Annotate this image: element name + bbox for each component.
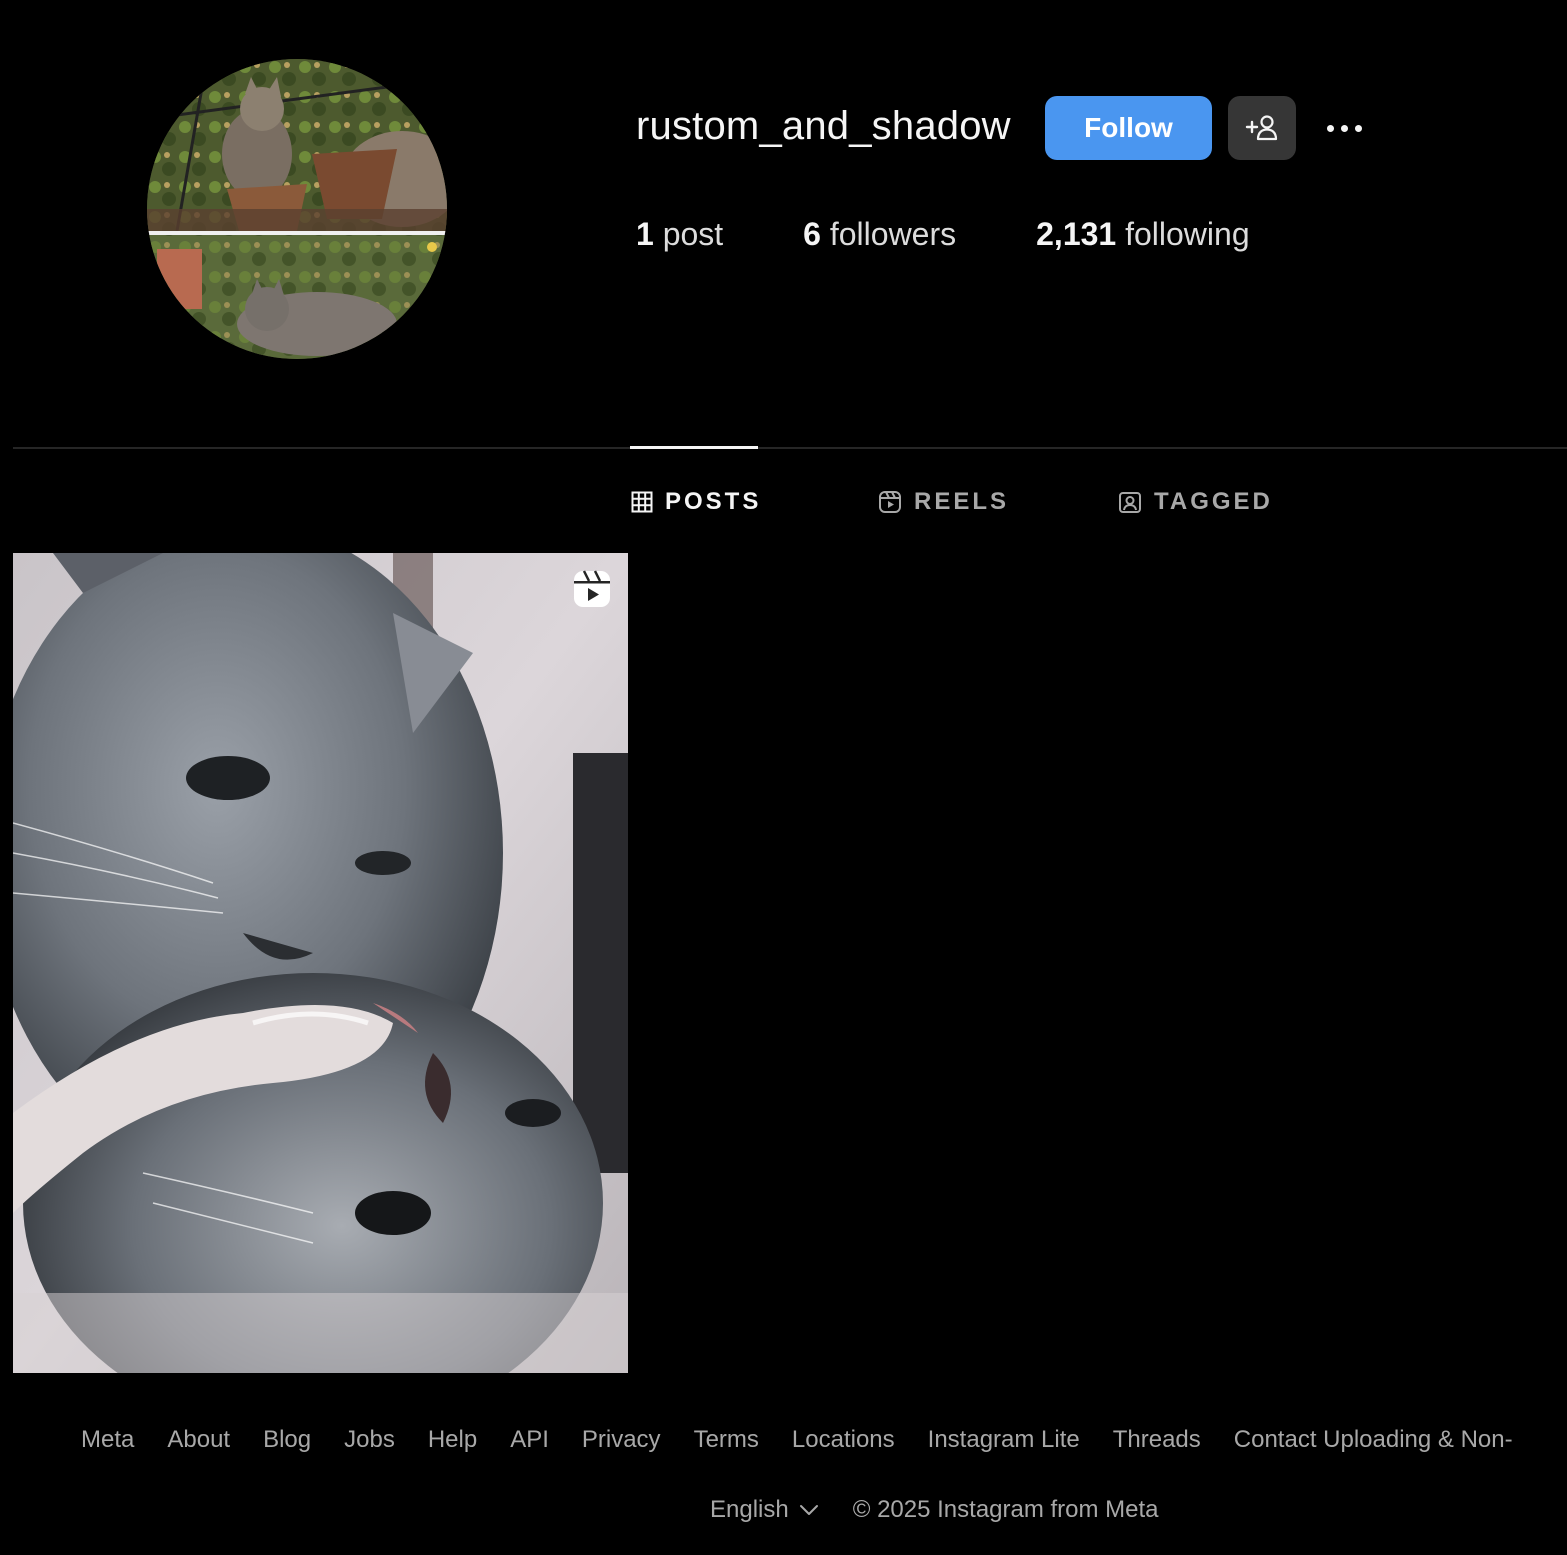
footer-link-jobs[interactable]: Jobs bbox=[344, 1426, 395, 1454]
add-person-icon bbox=[1245, 115, 1278, 141]
footer-link-terms[interactable]: Terms bbox=[694, 1426, 759, 1454]
active-tab-indicator bbox=[630, 446, 758, 449]
footer-link-locations[interactable]: Locations bbox=[792, 1426, 895, 1454]
footer-link-blog[interactable]: Blog bbox=[263, 1426, 311, 1454]
followers-link[interactable]: 6 followers bbox=[803, 216, 956, 253]
following-count-value: 2,131 bbox=[1036, 216, 1117, 252]
copyright-text: © 2025 Instagram from Meta bbox=[852, 1496, 1159, 1523]
footer-link-privacy[interactable]: Privacy bbox=[582, 1426, 661, 1454]
followers-count-value: 6 bbox=[803, 216, 821, 252]
chevron-down-icon bbox=[799, 1505, 818, 1515]
profile-stats: 1 post 6 followers 2,131 following bbox=[636, 216, 1250, 253]
post-image bbox=[13, 553, 628, 1373]
footer-link-instagram-lite[interactable]: Instagram Lite bbox=[928, 1426, 1080, 1454]
tabs-divider bbox=[13, 447, 1567, 449]
reels-icon bbox=[574, 570, 610, 607]
footer-link-meta[interactable]: Meta bbox=[81, 1426, 134, 1454]
footer-bottom: English © 2025 Instagram from Meta bbox=[710, 1496, 1159, 1524]
post-thumbnail[interactable] bbox=[13, 553, 628, 1373]
footer-link-api[interactable]: API bbox=[510, 1426, 549, 1454]
suggested-accounts-button[interactable] bbox=[1228, 96, 1296, 160]
language-selector[interactable]: English bbox=[710, 1496, 819, 1524]
tab-tagged-label: TAGGED bbox=[1154, 488, 1273, 515]
more-dot-icon bbox=[1326, 124, 1334, 132]
footer-link-threads[interactable]: Threads bbox=[1113, 1426, 1201, 1454]
following-link[interactable]: 2,131 following bbox=[1036, 216, 1249, 253]
tagged-icon bbox=[1119, 492, 1141, 513]
footer-link-contact-uploading[interactable]: Contact Uploading & Non- bbox=[1234, 1426, 1513, 1454]
tab-reels-label: REELS bbox=[914, 488, 1010, 515]
tab-posts-label: POSTS bbox=[665, 488, 762, 515]
more-options-button[interactable] bbox=[1316, 108, 1372, 148]
follow-button[interactable]: Follow bbox=[1045, 96, 1212, 160]
more-dot-icon bbox=[1340, 124, 1348, 132]
posts-count-label: post bbox=[662, 216, 724, 252]
profile-avatar[interactable] bbox=[147, 59, 447, 359]
posts-count-value: 1 bbox=[636, 216, 654, 252]
profile-page: rustom_and_shadow Follow 1 post 6 follow… bbox=[0, 0, 1567, 1555]
footer-link-help[interactable]: Help bbox=[428, 1426, 477, 1454]
avatar-photo bbox=[147, 59, 447, 359]
more-dot-icon bbox=[1354, 124, 1362, 132]
following-count-label: following bbox=[1125, 216, 1250, 252]
tab-tagged[interactable]: TAGGED bbox=[1118, 484, 1273, 520]
followers-count-label: followers bbox=[829, 216, 957, 252]
footer-links: Meta About Blog Jobs Help API Privacy Te… bbox=[81, 1426, 1513, 1454]
footer-link-about[interactable]: About bbox=[167, 1426, 230, 1454]
posts-count: 1 post bbox=[636, 216, 723, 253]
profile-username: rustom_and_shadow bbox=[636, 104, 1011, 148]
reels-icon bbox=[879, 491, 901, 513]
tab-posts[interactable]: POSTS bbox=[631, 484, 761, 520]
tab-reels[interactable]: REELS bbox=[878, 484, 1009, 520]
reel-badge bbox=[572, 569, 612, 614]
grid-icon bbox=[631, 491, 653, 513]
language-label: English bbox=[710, 1496, 789, 1523]
